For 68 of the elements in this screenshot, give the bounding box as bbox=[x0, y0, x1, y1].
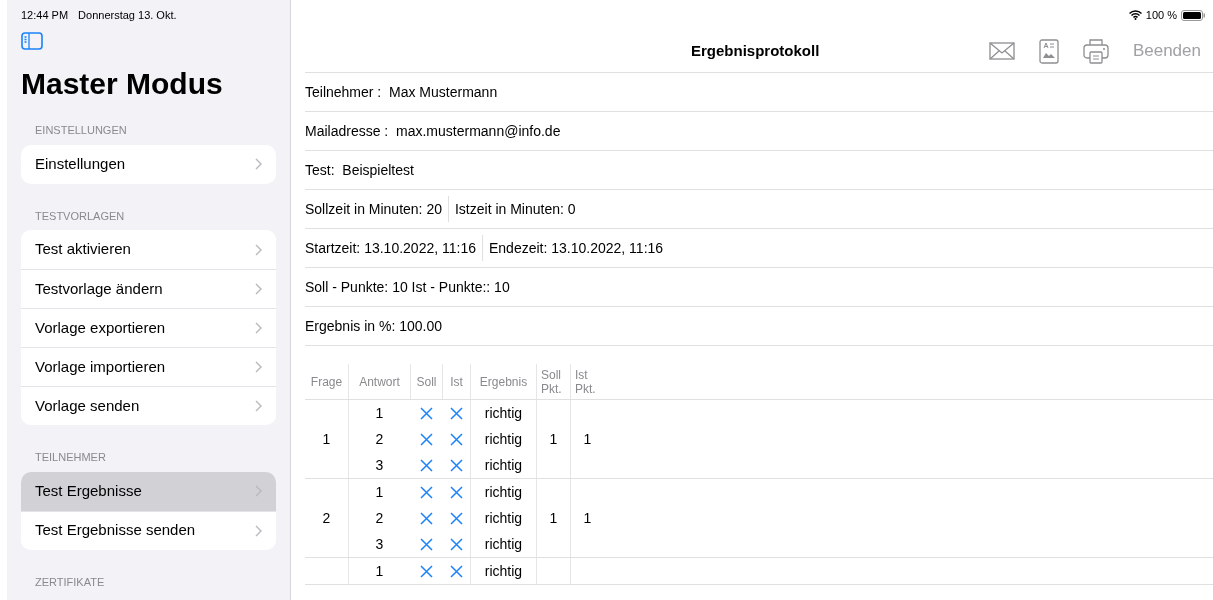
printer-icon[interactable] bbox=[1082, 38, 1109, 64]
chevron-icon bbox=[255, 243, 262, 256]
section-header: ZERTIFIKATE bbox=[34, 574, 106, 590]
info-text: Mailadresse : max.mustermann@info.de bbox=[305, 121, 561, 141]
table-cell-text: richtig bbox=[484, 429, 523, 449]
chevron-icon bbox=[255, 322, 262, 334]
navigation-title: Ergebnisprotokoll bbox=[691, 40, 820, 61]
column-header: Ist bbox=[442, 364, 470, 399]
battery-percentage: 100 % bbox=[1145, 7, 1177, 23]
wifi-icon bbox=[1128, 10, 1142, 20]
info-text: Startzeit: 13.10.2022, 11:16 bbox=[305, 238, 476, 258]
table-cell-text: richtig bbox=[484, 455, 523, 475]
info-text: Sollzeit in Minuten: 20 bbox=[305, 199, 442, 219]
item-label: Test Ergebnisse bbox=[35, 480, 143, 501]
chevron-icon bbox=[255, 400, 262, 412]
column-header: Soll Pkt. bbox=[536, 364, 570, 399]
table-cell-text: 1 bbox=[375, 403, 384, 423]
document-icon[interactable] bbox=[1038, 38, 1059, 64]
item-label: Test aktivieren bbox=[35, 239, 132, 260]
table-cell-text: 1 bbox=[549, 429, 558, 449]
table-cell-text: 1 bbox=[583, 429, 592, 449]
item-label: Vorlage senden bbox=[35, 395, 141, 416]
sidebar-item[interactable]: Test Ergebnisse bbox=[21, 471, 276, 511]
table-cell-text: richtig bbox=[484, 508, 523, 528]
table-cell-text: richtig bbox=[484, 482, 523, 502]
table-cell-text: 2 bbox=[375, 429, 384, 449]
table-cell-text: 3 bbox=[375, 534, 384, 554]
info-text: Ergebnis in %: 100.00 bbox=[305, 316, 442, 336]
item-label: Vorlage importieren bbox=[35, 356, 167, 377]
chevron-icon bbox=[255, 485, 262, 497]
item-label: Testvorlage ändern bbox=[35, 278, 164, 299]
battery-icon bbox=[1181, 9, 1205, 21]
table-cell-text: richtig bbox=[484, 534, 523, 554]
section-header: TEILNEHMER bbox=[34, 450, 107, 465]
info-text: Endezeit: 13.10.2022, 11:16 bbox=[482, 235, 664, 261]
table-cell-text: 1 bbox=[322, 429, 331, 449]
item-label: Einstellungen bbox=[35, 153, 127, 174]
status-time: 12:44 PM bbox=[21, 7, 69, 23]
sidebar-toggle-icon[interactable] bbox=[21, 32, 43, 50]
column-header: Frage bbox=[309, 373, 344, 391]
info-text: Soll - Punkte: 10 Ist - Punkte:: 10 bbox=[305, 277, 510, 297]
mail-icon[interactable] bbox=[988, 42, 1015, 60]
table-cell-text: richtig bbox=[484, 561, 523, 581]
column-header: Ist Pkt. bbox=[570, 364, 604, 399]
table-cell-text: 1 bbox=[583, 508, 592, 528]
chevron-icon bbox=[255, 283, 262, 295]
table-cell-text: 1 bbox=[549, 508, 558, 528]
table-cell-text: 1 bbox=[375, 561, 384, 581]
column-header: Soll bbox=[410, 364, 442, 399]
column-header: Ergebnis bbox=[470, 364, 536, 399]
table-cell-text: 2 bbox=[322, 508, 331, 528]
info-text: Teilnehmer : Max Mustermann bbox=[305, 82, 498, 102]
status-date: Donnerstag 13. Okt. bbox=[78, 7, 177, 23]
column-header: Antwort bbox=[348, 364, 410, 399]
chevron-icon bbox=[255, 158, 262, 170]
item-label: Vorlage exportieren bbox=[35, 317, 167, 338]
table-cell-text: 2 bbox=[375, 508, 384, 528]
table-cell-text: richtig bbox=[484, 403, 523, 423]
table-cell-text: 1 bbox=[375, 482, 384, 502]
chevron-icon bbox=[255, 524, 262, 537]
section-header: EINSTELLUNGEN bbox=[34, 123, 128, 138]
info-text: Istzeit in Minuten: 0 bbox=[447, 196, 576, 222]
chevron-icon bbox=[255, 361, 262, 373]
section-header: TESTVORLAGEN bbox=[34, 208, 126, 224]
item-label: Test Ergebnisse senden bbox=[35, 520, 197, 541]
table-cell-text: 3 bbox=[375, 455, 384, 475]
sidebar-title: Master Modus bbox=[21, 66, 224, 102]
info-text: Test: Beispieltest bbox=[305, 160, 414, 180]
